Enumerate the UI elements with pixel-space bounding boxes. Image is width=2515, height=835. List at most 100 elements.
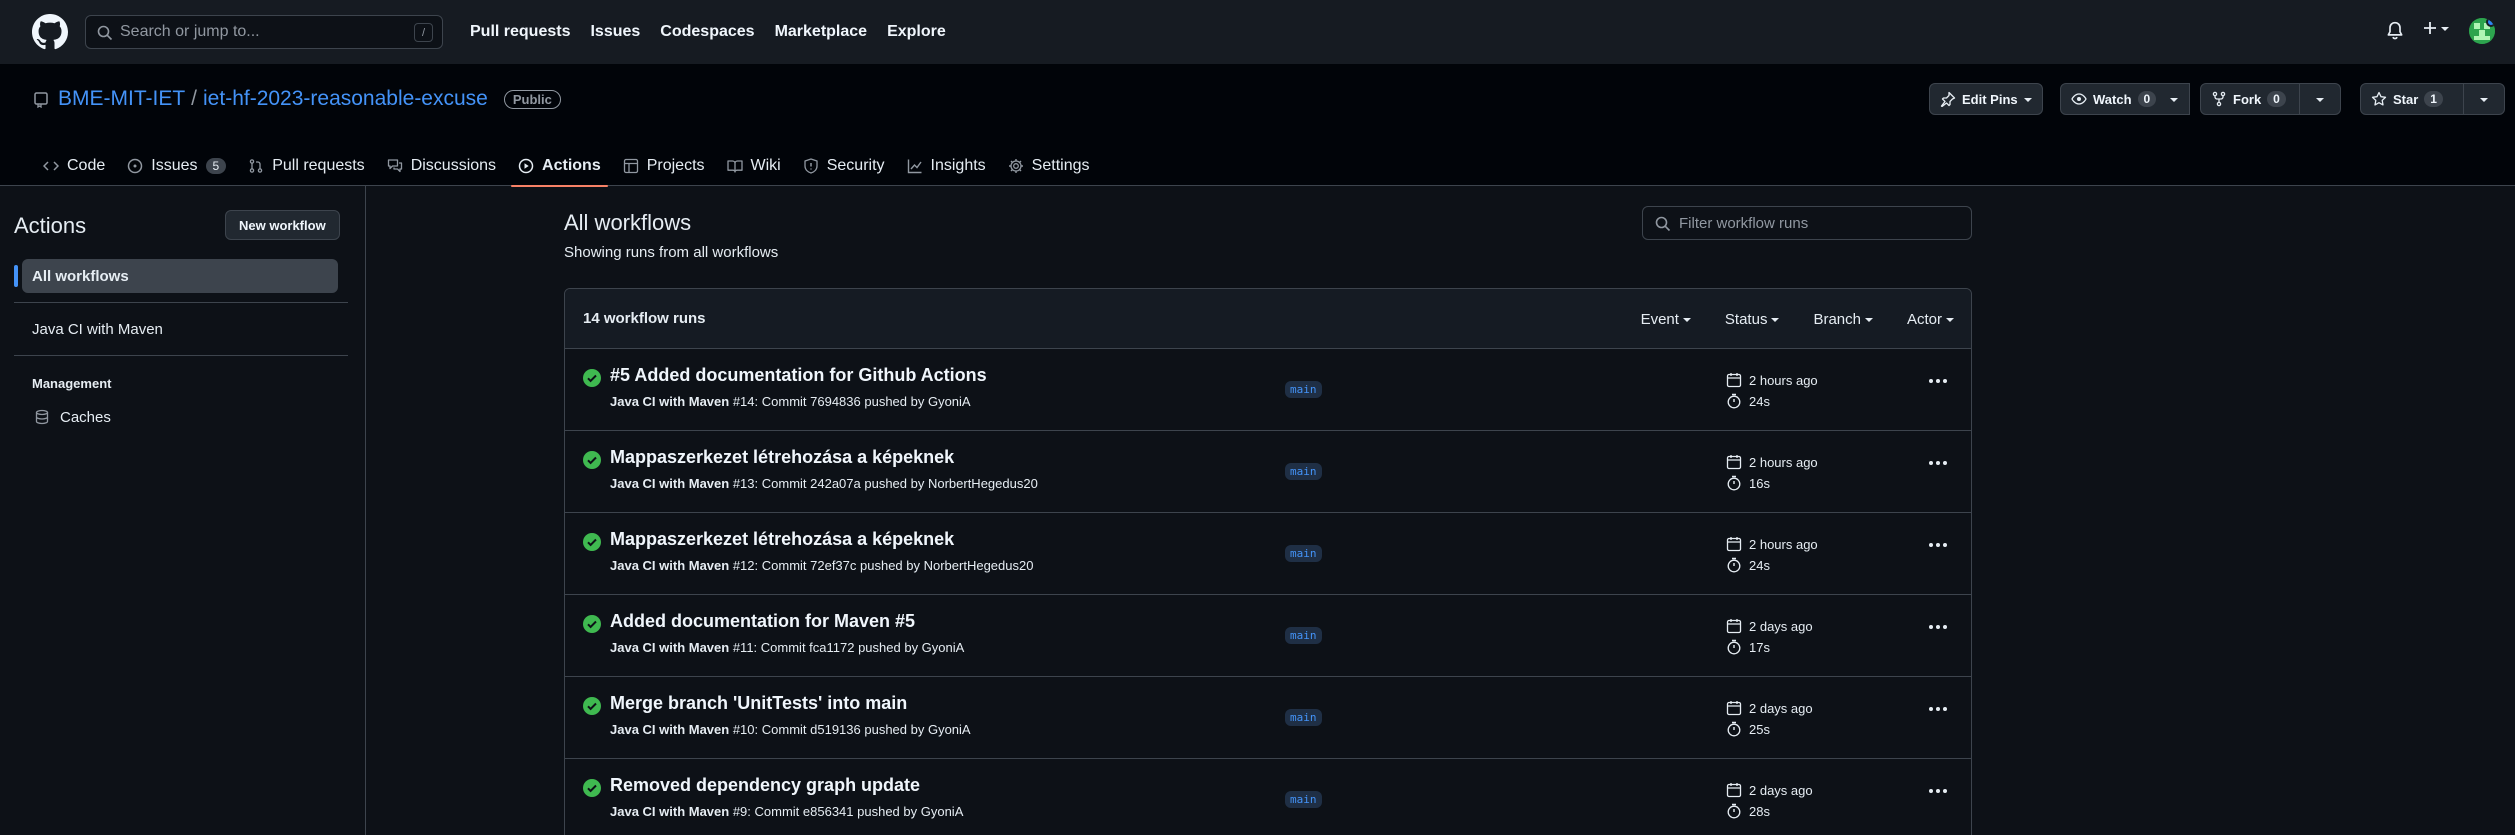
run-duration: 16s [1726,475,1770,491]
new-workflow-button[interactable]: New workflow [225,210,340,240]
run-title-link[interactable]: Merge branch 'UnitTests' into main [610,693,907,714]
tab-discussions[interactable]: Discussions [376,146,507,186]
event-filter-dropdown[interactable]: Event [1641,311,1691,328]
calendar-icon [1726,618,1742,634]
repo-header: BME-MIT-IET / iet-hf-2023-reasonable-exc… [0,64,2515,187]
watch-button[interactable]: Watch 0 [2060,83,2190,115]
branch-filter-dropdown[interactable]: Branch [1813,311,1873,328]
star-button[interactable]: Star 1 [2360,83,2464,115]
success-check-icon [583,451,601,469]
nav-pull-requests[interactable]: Pull requests [470,23,570,41]
kebab-menu-icon[interactable] [1929,789,1947,793]
fork-dropdown-button[interactable] [2299,83,2341,115]
chevron-down-icon [2480,98,2488,102]
search-icon [97,25,113,41]
run-meta: Java CI with Maven #13: Commit 242a07a p… [610,476,1038,491]
actor-filter-dropdown[interactable]: Actor [1907,311,1954,328]
stopwatch-icon [1726,557,1742,573]
workflow-run-row[interactable]: Mappaszerkezet létrehozása a képeknek Jav… [565,513,1971,595]
workflow-run-row[interactable]: Added documentation for Maven #5 Java CI … [565,595,1971,677]
run-duration-label: 16s [1749,475,1770,491]
create-new-button[interactable] [2422,20,2449,36]
sidebar-item-caches[interactable]: Caches [22,400,338,434]
nav-issues[interactable]: Issues [590,23,640,41]
run-time-label: 2 hours ago [1749,372,1818,388]
github-logo-icon[interactable] [32,14,68,50]
nav-codespaces[interactable]: Codespaces [660,23,754,41]
run-title-link[interactable]: Removed dependency graph update [610,775,920,796]
tab-security[interactable]: Security [792,146,896,186]
tab-label: Discussions [410,157,497,174]
issue-icon [128,158,143,174]
branch-label[interactable]: main [1285,791,1322,808]
branch-label[interactable]: main [1285,463,1322,480]
run-title-link[interactable]: Mappaszerkezet létrehozása a képeknek [610,529,954,550]
run-workflow-name: Java CI with Maven [610,476,730,491]
run-time-label: 2 days ago [1749,618,1813,634]
tab-settings[interactable]: Settings [997,146,1101,186]
run-duration: 28s [1726,803,1770,819]
branch-label[interactable]: main [1285,627,1322,644]
success-check-icon [583,615,601,633]
calendar-icon [1726,372,1742,388]
run-title-link[interactable]: #5 Added documentation for Github Action… [610,365,987,386]
calendar-icon [1726,536,1742,552]
run-commit-info: #12: Commit 72ef37c pushed by NorbertHeg… [729,558,1034,573]
nav-explore[interactable]: Explore [887,23,946,41]
calendar-icon [1726,782,1742,798]
run-time-label: 2 hours ago [1749,536,1818,552]
chevron-down-icon [1682,318,1691,322]
tab-issues[interactable]: Issues 5 [116,146,237,186]
edit-pins-label: Edit Pins [1962,91,2018,107]
stopwatch-icon [1726,475,1742,491]
fork-button[interactable]: Fork 0 [2200,83,2300,115]
run-commit-info: #13: Commit 242a07a pushed by NorbertHeg… [729,476,1038,491]
tab-code[interactable]: Code [32,146,116,186]
watch-label: Watch [2093,91,2132,107]
repo-owner-link[interactable]: BME-MIT-IET [58,87,185,111]
run-timestamp: 2 hours ago [1726,454,1818,470]
run-title-link[interactable]: Mappaszerkezet létrehozása a képeknek [610,447,954,468]
edit-pins-button[interactable]: Edit Pins [1929,83,2043,115]
sidebar-item-java-ci-with-maven[interactable]: Java CI with Maven [22,312,338,346]
branch-label[interactable]: main [1285,545,1322,562]
chevron-down-icon [2170,98,2179,102]
branch-label[interactable]: main [1285,381,1322,398]
filter-workflow-runs-input[interactable]: Filter workflow runs [1642,206,1972,240]
page-subtitle: Showing runs from all workflows [564,244,779,261]
calendar-icon [1726,454,1742,470]
kebab-menu-icon[interactable] [1929,543,1947,547]
workflow-run-row[interactable]: Mappaszerkezet létrehozása a képeknek Jav… [565,431,1971,513]
repo-name-link[interactable]: iet-hf-2023-reasonable-excuse [203,87,488,111]
tab-actions[interactable]: Actions [507,146,612,187]
kebab-menu-icon[interactable] [1929,625,1947,629]
tab-pull-requests[interactable]: Pull requests [237,146,376,186]
kebab-menu-icon[interactable] [1929,707,1947,711]
workflow-run-row[interactable]: #5 Added documentation for Github Action… [565,349,1971,431]
nav-marketplace[interactable]: Marketplace [775,23,868,41]
tab-projects[interactable]: Projects [612,146,716,186]
chevron-down-icon [2023,98,2032,102]
kebab-menu-icon[interactable] [1929,379,1947,383]
status-filter-dropdown[interactable]: Status [1725,311,1780,328]
notification-dot [2486,18,2495,27]
run-meta: Java CI with Maven #9: Commit e856341 pu… [610,804,963,819]
branch-label[interactable]: main [1285,709,1322,726]
run-duration: 24s [1726,393,1770,409]
notifications-bell-icon[interactable] [2386,21,2404,41]
user-avatar[interactable] [2469,18,2495,44]
workflow-run-row[interactable]: Removed dependency graph update Java CI w… [565,759,1971,835]
stopwatch-icon [1726,393,1742,409]
workflow-runs-list: 14 workflow runs Event Status Branch Act… [564,288,1972,835]
event-filter-label: Event [1640,310,1679,328]
run-title-link[interactable]: Added documentation for Maven #5 [610,611,915,632]
star-dropdown-button[interactable] [2463,83,2505,115]
tab-wiki[interactable]: Wiki [716,146,792,186]
search-input[interactable]: Search or jump to... / [85,15,443,49]
tab-insights[interactable]: Insights [896,146,997,186]
sidebar-item-all-workflows[interactable]: All workflows [14,259,338,293]
kebab-menu-icon[interactable] [1929,461,1947,465]
run-commit-info: #11: Commit fca1172 pushed by GyoniA [729,640,965,655]
eye-icon [2071,93,2087,105]
workflow-run-row[interactable]: Merge branch 'UnitTests' into main Java C… [565,677,1971,759]
